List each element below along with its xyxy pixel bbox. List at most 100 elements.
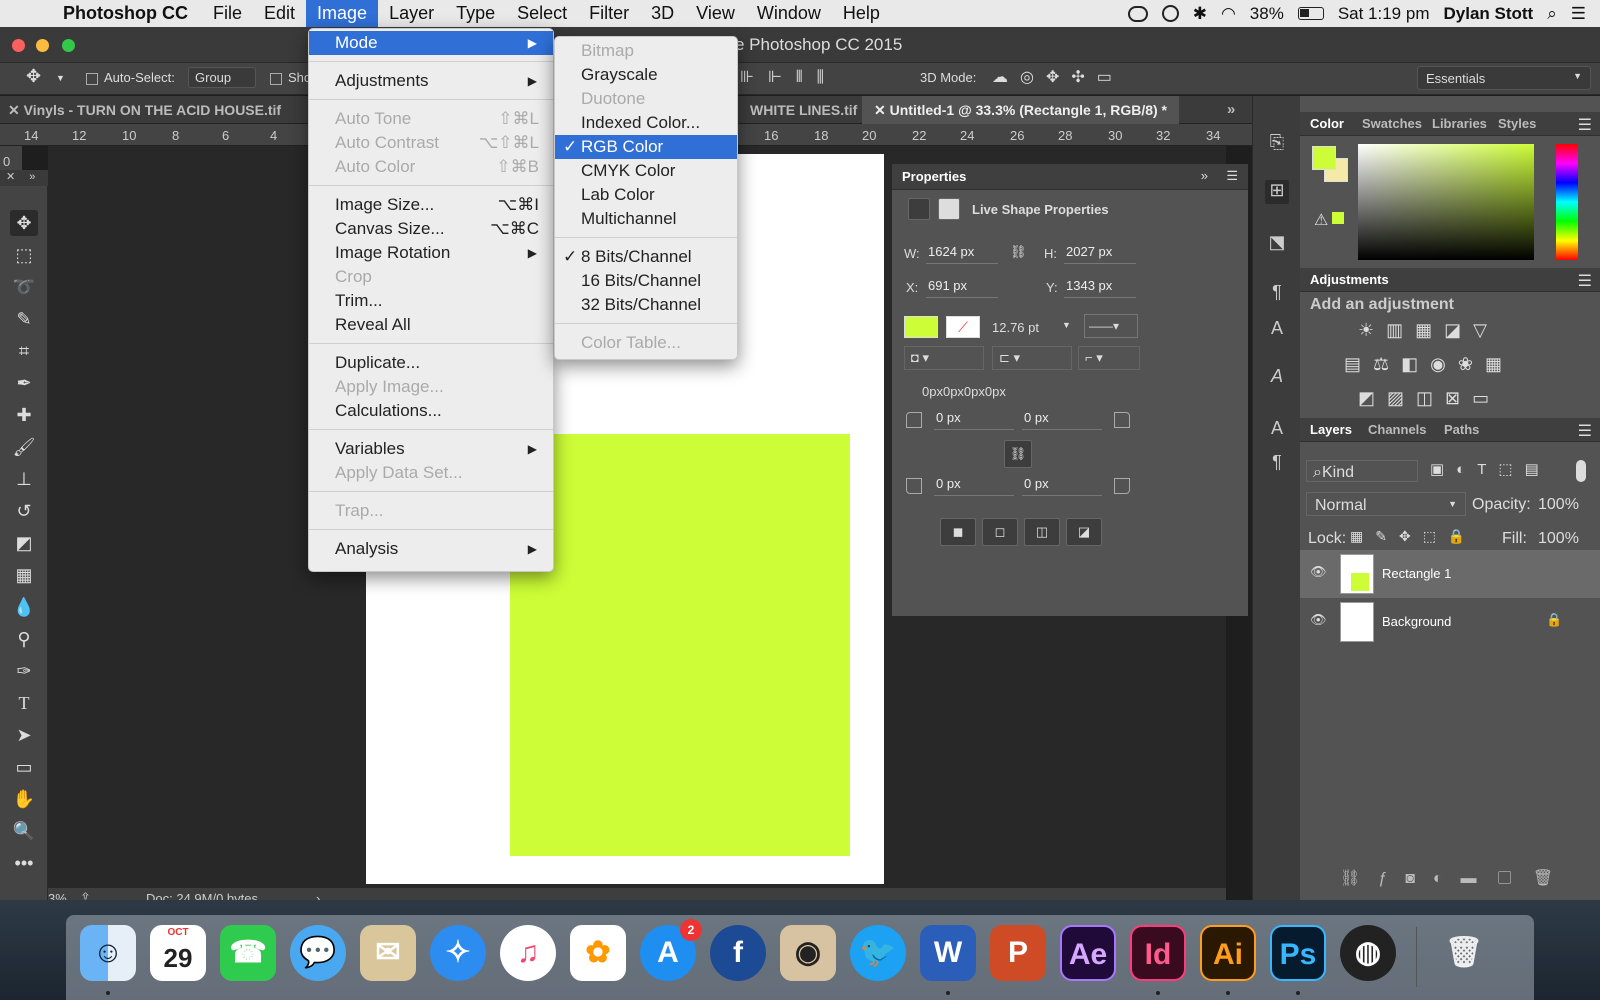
tab-paths[interactable]: Paths bbox=[1444, 422, 1479, 437]
history-brush-tool-icon[interactable]: ↺ bbox=[10, 498, 38, 524]
lock-icons[interactable]: ▦✎✥⬚🔒 bbox=[1350, 528, 1477, 545]
menu-item-apply-data-set[interactable]: Apply Data Set... bbox=[309, 461, 553, 485]
brush-tool-icon[interactable]: 🖌 bbox=[10, 434, 38, 460]
safari-icon[interactable]: ✧ bbox=[430, 925, 486, 981]
itunes-icon[interactable]: ♫ bbox=[500, 925, 556, 981]
panel-menu-icon[interactable]: ☰ bbox=[1578, 115, 1592, 135]
gamut-swatch[interactable] bbox=[1332, 212, 1344, 224]
close-icon[interactable]: ✕ bbox=[6, 171, 15, 183]
stroke-color-swatch[interactable]: ⟋ bbox=[946, 316, 980, 338]
close-icon[interactable]: ✕ bbox=[874, 102, 890, 118]
panel-menu-icon[interactable]: ☰ bbox=[1578, 421, 1592, 441]
show-transform-checkbox[interactable] bbox=[270, 73, 282, 85]
menu-item-analysis[interactable]: Analysis ▶ bbox=[309, 537, 553, 561]
stroke-width-field[interactable]: 12.76 pt bbox=[992, 320, 1039, 335]
eraser-tool-icon[interactable]: ◩ bbox=[10, 530, 38, 556]
3d-mode-icons[interactable]: ☁◎✥✣▭ bbox=[992, 67, 1124, 87]
character-icon[interactable]: A bbox=[1265, 418, 1289, 442]
move-tool-icon[interactable]: ✥ bbox=[26, 66, 41, 87]
mode-item-grayscale[interactable]: Grayscale bbox=[555, 63, 737, 87]
y-field[interactable]: 1343 px bbox=[1064, 278, 1136, 298]
menu-type[interactable]: Type bbox=[445, 0, 506, 27]
battery-icon[interactable] bbox=[1297, 7, 1324, 20]
mode-item-cmyk-color[interactable]: CMYK Color bbox=[555, 159, 737, 183]
tab-untitled[interactable]: ✕ Untitled-1 @ 33.3% (Rectangle 1, RGB/8… bbox=[862, 96, 1180, 124]
tab-layers[interactable]: Layers bbox=[1310, 422, 1352, 437]
eye-icon[interactable]: 👁 bbox=[1310, 612, 1327, 628]
audio-app-icon[interactable]: ◍ bbox=[1340, 925, 1396, 981]
bluetooth-icon[interactable]: ✱ bbox=[1193, 4, 1207, 24]
corner-tr-field[interactable]: 0 px bbox=[1022, 410, 1102, 430]
type-tool-icon[interactable]: T bbox=[10, 690, 38, 716]
blend-mode-dropdown[interactable]: Normal ▼ bbox=[1306, 492, 1466, 516]
menu-help[interactable]: Help bbox=[832, 0, 891, 27]
shape-properties-icon[interactable] bbox=[908, 198, 930, 220]
close-window-button[interactable] bbox=[12, 39, 25, 52]
pen-tool-icon[interactable]: ✑ bbox=[10, 658, 38, 684]
mode-item-duotone[interactable]: Duotone bbox=[555, 87, 737, 111]
rectangle-shape[interactable] bbox=[510, 434, 850, 856]
tab-channels[interactable]: Channels bbox=[1368, 422, 1427, 437]
menu-item-auto-contrast[interactable]: Auto Contrast ⌥⇧⌘L bbox=[309, 131, 553, 155]
menu-image[interactable]: Image bbox=[306, 0, 379, 27]
quick-select-tool-icon[interactable]: ✎ bbox=[10, 306, 38, 332]
properties-icon[interactable]: ⊞ bbox=[1265, 180, 1289, 204]
mode-item-8-bits[interactable]: ✓ 8 Bits/Channel bbox=[555, 245, 737, 269]
fill-value[interactable]: 100% bbox=[1538, 530, 1579, 548]
minimize-window-button[interactable] bbox=[36, 39, 49, 52]
tab-color[interactable]: Color bbox=[1310, 116, 1344, 131]
stamp-tool-icon[interactable]: ⊥ bbox=[10, 466, 38, 492]
exclude-shapes-icon[interactable]: ◪ bbox=[1066, 518, 1102, 546]
menu-item-auto-color[interactable]: Auto Color ⇧⌘B bbox=[309, 155, 553, 179]
menu-item-crop[interactable]: Crop bbox=[309, 265, 553, 289]
glyphs-icon[interactable]: A bbox=[1265, 366, 1289, 390]
camera-app-icon[interactable]: ◉ bbox=[780, 925, 836, 981]
photos-icon[interactable]: ✿ bbox=[570, 925, 626, 981]
mode-item-32-bits[interactable]: 32 Bits/Channel bbox=[555, 293, 737, 317]
intersect-shapes-icon[interactable]: ◫ bbox=[1024, 518, 1060, 546]
menu-view[interactable]: View bbox=[685, 0, 746, 27]
crop-tool-icon[interactable]: ⌗ bbox=[10, 338, 38, 364]
hue-slider[interactable] bbox=[1556, 144, 1578, 260]
do-not-disturb-icon[interactable] bbox=[1161, 5, 1179, 22]
mode-item-16-bits[interactable]: 16 Bits/Channel bbox=[555, 269, 737, 293]
app-store-icon[interactable]: A 2 bbox=[640, 919, 702, 981]
menu-item-canvas-size[interactable]: Canvas Size... ⌥⌘C bbox=[309, 217, 553, 241]
after-effects-icon[interactable]: Ae bbox=[1060, 925, 1116, 981]
adjustment-icons-row-1[interactable]: ☀▥▦◪▽ bbox=[1358, 320, 1499, 341]
rectangle-tool-icon[interactable]: ▭ bbox=[10, 754, 38, 780]
menu-item-image-rotation[interactable]: Image Rotation ▶ bbox=[309, 241, 553, 265]
twitter-icon[interactable]: 🐦 bbox=[850, 925, 906, 981]
menu-file[interactable]: File bbox=[202, 0, 253, 27]
layer-row-background[interactable]: 👁 Background 🔒 bbox=[1300, 598, 1600, 646]
layer-filter-dropdown[interactable]: ⌕Kind bbox=[1306, 460, 1418, 482]
menu-app-name[interactable]: Photoshop CC bbox=[52, 0, 202, 27]
layer-name[interactable]: Background bbox=[1382, 614, 1451, 629]
menu-item-trap[interactable]: Trap... bbox=[309, 499, 553, 523]
auto-select-checkbox[interactable] bbox=[86, 73, 98, 85]
close-icon[interactable]: ✕ bbox=[8, 102, 24, 118]
height-field[interactable]: 2027 px bbox=[1064, 244, 1136, 264]
notification-center-icon[interactable]: ☰ bbox=[1571, 4, 1586, 24]
color-fg-swatch[interactable] bbox=[1312, 146, 1336, 170]
subtract-shapes-icon[interactable]: ◻ bbox=[982, 518, 1018, 546]
tabs-overflow-icon[interactable]: » bbox=[1215, 96, 1247, 124]
fill-color-swatch[interactable] bbox=[904, 316, 938, 338]
menu-filter[interactable]: Filter bbox=[578, 0, 640, 27]
panel-menu-icon[interactable]: ☰ bbox=[1578, 271, 1592, 291]
messages-icon[interactable]: 💬 bbox=[290, 925, 346, 981]
wifi-icon[interactable]: ◠ bbox=[1221, 4, 1236, 24]
layers-footer-icons[interactable]: ⛓ƒ◙◐▬◻🗑 bbox=[1340, 868, 1571, 888]
menu-item-variables[interactable]: Variables ▶ bbox=[309, 437, 553, 461]
filter-toggle[interactable] bbox=[1576, 460, 1586, 482]
paragraph-styles-icon[interactable]: ¶ bbox=[1265, 282, 1289, 306]
auto-select-dropdown[interactable]: Group bbox=[188, 67, 256, 88]
transform-icon[interactable]: ⬔ bbox=[1265, 232, 1289, 256]
zoom-tool-icon[interactable]: 🔍 bbox=[10, 818, 38, 844]
photoshop-icon[interactable]: Ps bbox=[1270, 925, 1326, 981]
gradient-tool-icon[interactable]: ▦ bbox=[10, 562, 38, 588]
lasso-tool-icon[interactable]: ➰ bbox=[10, 274, 38, 300]
mode-item-bitmap[interactable]: Bitmap bbox=[555, 39, 737, 63]
menu-item-auto-tone[interactable]: Auto Tone ⇧⌘L bbox=[309, 107, 553, 131]
chevron-down-icon[interactable]: ▼ bbox=[56, 73, 65, 83]
